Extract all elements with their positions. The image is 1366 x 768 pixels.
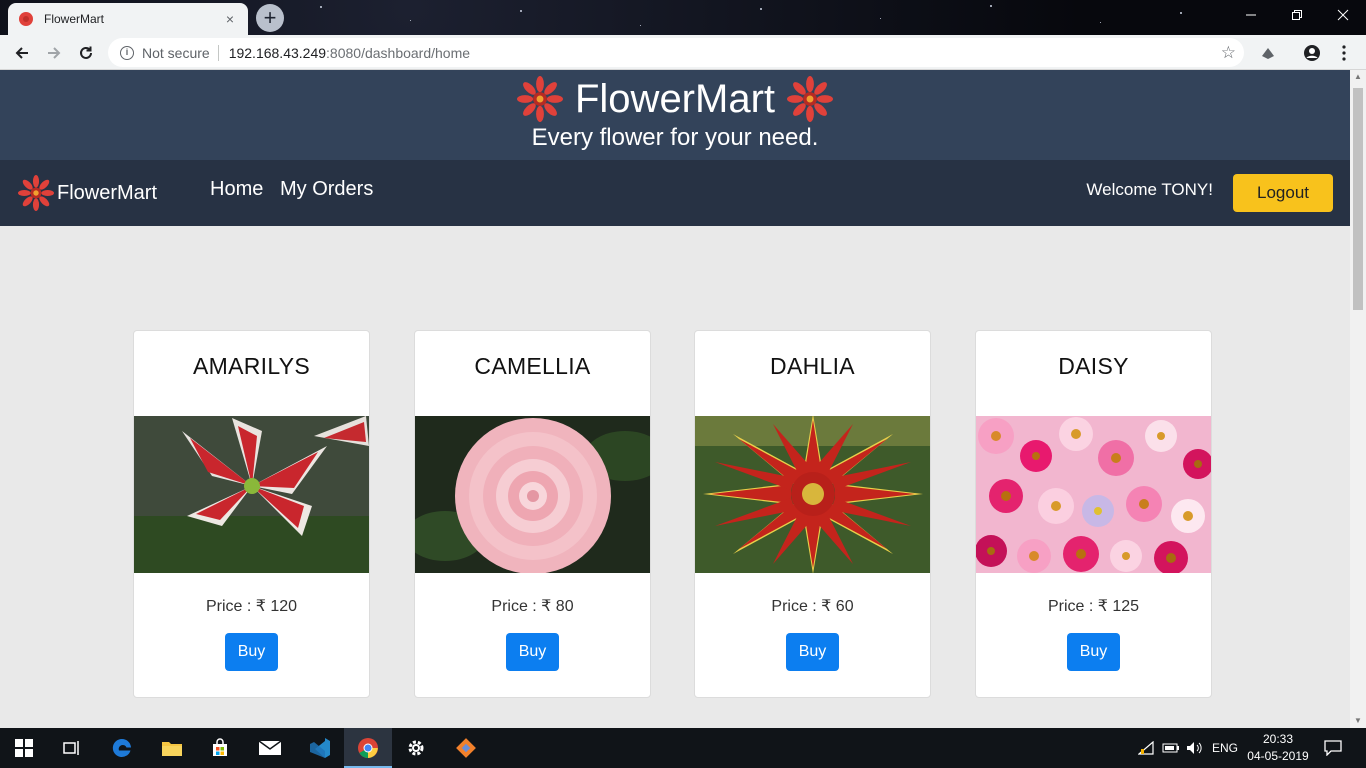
vscode-icon[interactable] <box>296 728 344 768</box>
background-star <box>320 6 322 8</box>
bookmark-star-icon[interactable]: ☆ <box>1221 43 1236 63</box>
url-path: :8080/dashboard/home <box>326 44 471 61</box>
git-tool-icon[interactable] <box>442 728 490 768</box>
tab-close-icon[interactable]: × <box>222 11 238 27</box>
nav-link-home[interactable]: Home <box>210 178 263 201</box>
background-star <box>1180 12 1182 14</box>
scroll-down-icon[interactable]: ▼ <box>1350 714 1366 728</box>
background-star <box>410 20 411 21</box>
back-arrow-icon[interactable] <box>8 39 36 67</box>
restore-icon[interactable] <box>1274 0 1320 30</box>
amarilys-image <box>134 416 369 573</box>
flower-favicon-icon <box>19 12 33 26</box>
hero-tagline: Every flower for your need. <box>531 124 819 151</box>
omnibox-divider <box>217 44 219 61</box>
product-card-dahlia: DAHLIA Price: ₹ 60 Buy <box>694 330 931 698</box>
chrome-icon[interactable] <box>344 728 392 768</box>
extension-icon[interactable] <box>1254 39 1282 67</box>
background-star <box>880 18 881 19</box>
network-icon[interactable] <box>1138 728 1154 768</box>
navbar-brand[interactable]: FlowerMart <box>18 175 157 211</box>
product-card-camellia: CAMELLIA Price : ₹ 80 Buy <box>414 330 651 698</box>
background-star <box>1100 22 1101 23</box>
daisy-bouquet-image <box>976 416 1211 573</box>
close-window-icon[interactable] <box>1320 0 1366 30</box>
menu-kebab-icon[interactable] <box>1330 39 1358 67</box>
dahlia-image <box>695 416 930 573</box>
scroll-thumb[interactable] <box>1353 88 1363 310</box>
background-star <box>520 10 522 12</box>
store-icon[interactable] <box>196 728 244 768</box>
taskbar-clock[interactable]: 20:33 04-05-2019 <box>1243 731 1313 765</box>
hero-title: FlowerMart <box>574 76 776 121</box>
product-card-amarilys: AMARILYS Price: ₹ 120 Buy <box>133 330 370 698</box>
daisy-icon <box>516 76 563 122</box>
buy-button[interactable]: Buy <box>225 633 278 671</box>
battery-icon[interactable] <box>1162 728 1180 768</box>
background-star <box>640 25 641 26</box>
language-indicator[interactable]: ENG <box>1212 728 1238 768</box>
product-card-daisy: DAISY Price : ₹ 125 Buy <box>975 330 1212 698</box>
logout-button[interactable]: Logout <box>1233 174 1333 212</box>
daisy-logo-icon <box>18 175 54 211</box>
product-price: Price : ₹ 80 <box>491 598 574 615</box>
file-explorer-icon[interactable] <box>148 728 196 768</box>
mail-icon[interactable] <box>246 728 294 768</box>
hero-banner: FlowerMart Every flower for your need. <box>0 70 1350 160</box>
daisy-icon <box>787 76 834 122</box>
task-view-icon[interactable] <box>48 728 96 768</box>
action-center-icon[interactable] <box>1324 728 1342 768</box>
welcome-message: Welcome TONY! <box>1086 180 1213 199</box>
reload-icon[interactable] <box>72 39 100 67</box>
browser-tab-strip: FlowerMart × + <box>0 0 1366 35</box>
info-icon[interactable]: i <box>120 45 134 60</box>
volume-icon[interactable] <box>1186 728 1204 768</box>
background-star <box>760 8 762 10</box>
profile-icon[interactable] <box>1298 39 1326 67</box>
windows-start-icon[interactable] <box>0 728 48 768</box>
clock-time: 20:33 <box>1262 732 1294 746</box>
product-name: DAHLIA <box>770 353 855 379</box>
site-navbar: FlowerMart Home My Orders Welcome TONY! … <box>0 160 1350 226</box>
product-name: CAMELLIA <box>474 353 591 379</box>
background-star <box>990 5 992 7</box>
page-scrollbar[interactable]: ▲ ▼ <box>1350 70 1366 728</box>
product-price: Price : ₹ 120 <box>205 598 298 615</box>
brand-name: FlowerMart <box>57 181 158 204</box>
clock-date: 04-05-2019 <box>1247 749 1309 763</box>
buy-button[interactable]: Buy <box>506 633 559 671</box>
page-viewport: FlowerMart Every flower for your need. F… <box>0 70 1350 728</box>
nav-link-my-orders[interactable]: My Orders <box>280 178 373 201</box>
product-price: Price : ₹ 125 <box>1047 598 1140 615</box>
address-bar[interactable]: i Not secure 192.168.43.249:8080/dashboa… <box>108 38 1244 67</box>
settings-gear-icon[interactable] <box>392 728 440 768</box>
buy-button[interactable]: Buy <box>786 633 839 671</box>
security-label: Not secure <box>142 44 210 61</box>
product-price: Price : ₹ 60 <box>771 598 854 615</box>
new-tab-button[interactable]: + <box>256 4 284 32</box>
url-host: 192.168.43.249 <box>228 44 327 61</box>
tab-title: FlowerMart <box>44 12 105 26</box>
buy-button[interactable]: Buy <box>1067 633 1120 671</box>
minimize-icon[interactable] <box>1228 0 1274 30</box>
browser-tab[interactable]: FlowerMart × <box>8 3 248 35</box>
edge-browser-icon[interactable] <box>98 728 146 768</box>
browser-toolbar: i Not secure 192.168.43.249:8080/dashboa… <box>0 35 1366 70</box>
scroll-up-icon[interactable]: ▲ <box>1350 70 1366 84</box>
camellia-image <box>415 416 650 573</box>
product-name: DAISY <box>1058 353 1129 379</box>
product-name: AMARILYS <box>192 353 310 379</box>
forward-arrow-icon[interactable] <box>40 39 68 67</box>
windows-taskbar: ENG 20:33 04-05-2019 <box>0 728 1366 768</box>
